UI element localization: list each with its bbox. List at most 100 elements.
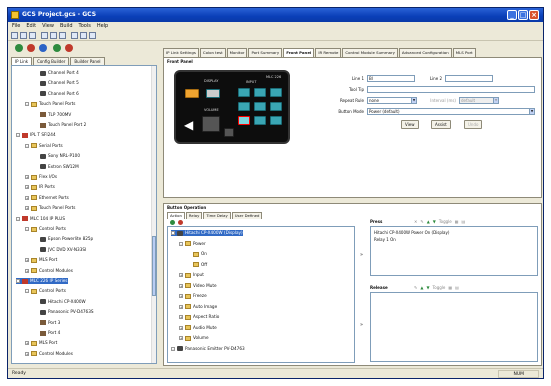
tab-ip-link-settings[interactable]: IP Link Settings [163, 48, 199, 57]
expand-toggle-icon[interactable]: + [179, 294, 183, 298]
expand-toggle-icon[interactable]: + [25, 206, 29, 211]
expand-toggle-icon[interactable]: - [25, 143, 29, 148]
action-node[interactable]: + Freeze [179, 293, 207, 299]
move-down-icon[interactable]: ▼ [433, 219, 436, 224]
action-node[interactable]: + Input [179, 272, 204, 278]
tab-colon-test[interactable]: Colon test [199, 48, 226, 57]
tree-node[interactable]: - Serial Ports [25, 143, 63, 149]
menu-tools[interactable]: Tools [79, 22, 91, 31]
action-node[interactable]: + Video Mute [179, 283, 217, 289]
input-button-2[interactable] [254, 88, 266, 97]
tree-node[interactable]: + Flex I/Os [25, 174, 57, 180]
action-node[interactable]: + Aspect Ratio [179, 314, 219, 320]
tree-node[interactable]: Channel Port 5 [34, 80, 79, 86]
tree-node[interactable]: + IR Ports [25, 184, 55, 190]
tab-user-defined[interactable]: User Defined [231, 212, 263, 219]
tab-ip-link[interactable]: IP Link [11, 57, 33, 65]
connect-icon[interactable] [53, 44, 61, 52]
cut-icon[interactable] [41, 32, 48, 39]
expand-toggle-icon[interactable]: + [179, 336, 183, 340]
expand-toggle-icon[interactable]: + [25, 351, 29, 356]
tab-builder-panel[interactable]: Builder Panel [70, 57, 105, 65]
action-tree[interactable]: - Hitachi CP-X400W (Display) - Power On Off + I… [167, 226, 355, 363]
copy-icon[interactable] [50, 32, 57, 39]
tree-node[interactable]: + Ethernet Ports [25, 195, 69, 201]
press-item[interactable]: Relay 1 On [374, 237, 396, 242]
add-to-release-icon[interactable]: » [360, 322, 363, 328]
move-down-icon[interactable]: ▼ [426, 285, 429, 290]
tab-front-panel[interactable]: Front Panel [283, 48, 315, 57]
expand-toggle-icon[interactable]: + [25, 195, 29, 200]
input-button-6[interactable] [270, 102, 282, 111]
tree-node[interactable]: JVC DVD XV-N33SI [34, 247, 86, 253]
tree-node[interactable]: Epson Powerlite 825p [34, 236, 93, 242]
menu-help[interactable]: Help [97, 22, 108, 31]
menu-file[interactable]: File [12, 22, 20, 31]
help-icon[interactable] [89, 32, 96, 39]
release-list[interactable] [370, 292, 538, 362]
tooltip-input[interactable] [367, 86, 535, 93]
edit-icon[interactable]: ✎ [420, 219, 423, 224]
disconnect-icon[interactable] [65, 44, 73, 52]
menu-view[interactable]: View [42, 22, 54, 31]
tab-config-builder[interactable]: Config Builder [33, 57, 70, 65]
tree-node[interactable]: Channel Port 6 [34, 91, 79, 97]
action-node[interactable]: - Panasonic Emitter PV-D4763 [171, 346, 245, 352]
minimize-button[interactable]: _ [507, 10, 517, 20]
tree-node[interactable]: TLP 700MV [34, 112, 71, 118]
display-off-button[interactable] [206, 89, 220, 98]
remove-device-icon[interactable] [27, 44, 35, 52]
tree-node[interactable]: Channel Port 4 [34, 70, 79, 76]
add-device-icon[interactable] [15, 44, 23, 52]
press-item[interactable]: Hitachi CP-X400W Power On (Display) [374, 230, 449, 235]
new-icon[interactable] [11, 32, 18, 39]
delete-icon[interactable]: ✕ [414, 219, 417, 224]
tree-node[interactable]: Panasonic PV-D4763S [34, 309, 94, 315]
tree-node[interactable]: + Control Modules [25, 351, 73, 357]
tree-node[interactable]: - Control Ports [25, 226, 66, 232]
tree-node[interactable]: - Touch Panel Ports [25, 101, 75, 107]
grid-icon[interactable]: ▦ [448, 285, 452, 290]
add-to-press-icon[interactable]: » [360, 252, 363, 258]
tree-node[interactable]: Port 3 [34, 320, 60, 326]
list-icon[interactable]: ▤ [455, 285, 459, 290]
press-toggle-label[interactable]: Toggle [439, 219, 452, 224]
action-node[interactable]: + Auto Image [179, 304, 217, 310]
build-icon[interactable] [71, 32, 78, 39]
action-node[interactable]: + Volume [179, 335, 209, 341]
release-toggle-label[interactable]: Toggle [433, 285, 446, 290]
button-mode-select[interactable]: Power (default) ▼ [367, 108, 535, 115]
tab-action[interactable]: Action [167, 212, 185, 219]
close-button[interactable]: × [529, 10, 539, 20]
expand-toggle-icon[interactable]: + [25, 175, 29, 179]
tree-node[interactable]: - IPL T SFI244 [16, 132, 56, 138]
tree-node[interactable]: - Control Ports [25, 288, 66, 294]
expand-toggle-icon[interactable]: + [25, 341, 29, 346]
tab-port-summary[interactable]: Port Summary [248, 48, 283, 57]
tree-node[interactable]: Port 4 [34, 330, 60, 336]
expand-toggle-icon[interactable]: - [16, 133, 20, 138]
move-up-icon[interactable]: ▲ [427, 219, 430, 224]
upload-icon[interactable] [80, 32, 87, 39]
aux-button[interactable] [224, 128, 234, 137]
expand-toggle-icon[interactable]: - [25, 289, 29, 294]
tree-node[interactable]: Touch Panel Port 2 [34, 122, 86, 128]
remove-action-icon[interactable] [178, 220, 183, 225]
input-button-3[interactable] [270, 88, 282, 97]
expand-toggle-icon[interactable]: - [25, 227, 29, 231]
press-list[interactable]: Hitachi CP-X400W Power On (Display) Rela… [370, 226, 538, 276]
menu-build[interactable]: Build [60, 22, 73, 31]
grid-icon[interactable]: ▦ [455, 219, 459, 224]
tree-scrollbar[interactable] [151, 66, 156, 363]
input-button-9[interactable] [270, 116, 282, 125]
expand-toggle-icon[interactable]: + [179, 273, 183, 277]
expand-toggle-icon[interactable]: - [16, 279, 20, 283]
tree-node[interactable]: + MLS Port [25, 340, 57, 346]
action-node[interactable]: Off [187, 262, 207, 268]
move-up-icon[interactable]: ▲ [420, 285, 423, 290]
line2-input[interactable] [445, 75, 493, 82]
device-tree[interactable]: Channel Port 4 Channel Port 5 Channel Port… [11, 65, 157, 364]
view-button[interactable]: View [401, 120, 419, 129]
expand-toggle-icon[interactable]: + [25, 268, 29, 273]
tree-node[interactable]: - MLC 104 IP PLUS [16, 216, 65, 222]
